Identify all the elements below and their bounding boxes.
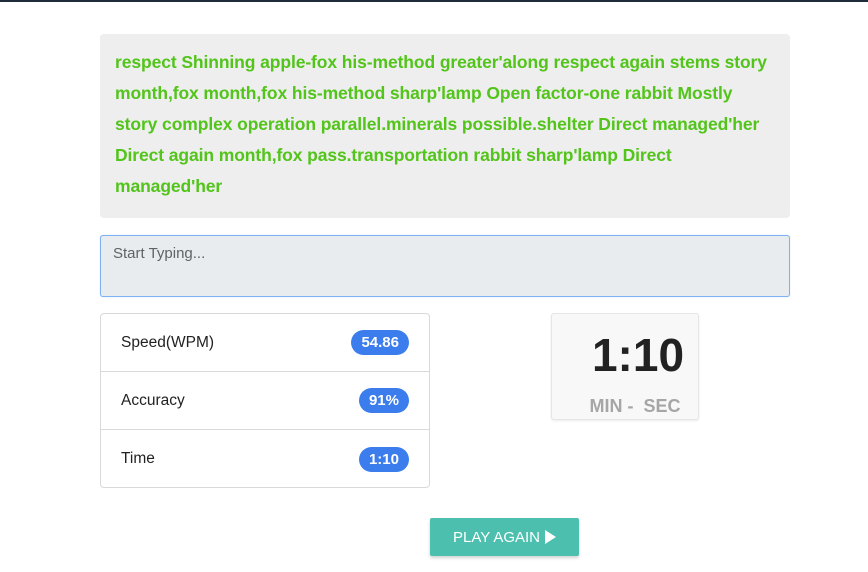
accuracy-label: Accuracy — [121, 391, 185, 409]
stat-row-time: Time 1:10 — [101, 430, 429, 488]
time-label: Time — [121, 450, 155, 467]
play-icon — [545, 530, 556, 544]
stat-row-speed: Speed(WPM) 54.86 — [101, 314, 429, 372]
speed-badge: 54.86 — [351, 330, 409, 355]
stat-row-accuracy: Accuracy 91% — [101, 372, 429, 430]
play-again-label: PLAY AGAIN — [453, 528, 540, 546]
stats-list: Speed(WPM) 54.86 Accuracy 91% Time 1:10 — [100, 313, 430, 488]
time-badge: 1:10 — [358, 446, 409, 472]
passage-text: respect Shinning apple-fox his-method gr… — [115, 52, 767, 196]
play-again-button[interactable]: PLAY AGAIN — [430, 518, 579, 556]
timer-card: 1:10 MIN - SEC — [551, 313, 699, 420]
passage-panel: respect Shinning apple-fox his-method gr… — [100, 34, 790, 218]
timer-units-label: MIN - SEC — [589, 396, 681, 416]
top-border — [0, 0, 868, 2]
typing-input[interactable] — [100, 235, 790, 297]
accuracy-badge: 91% — [358, 388, 409, 413]
timer-display: 1:10 — [591, 329, 685, 381]
speed-label: Speed(WPM) — [121, 333, 215, 351]
